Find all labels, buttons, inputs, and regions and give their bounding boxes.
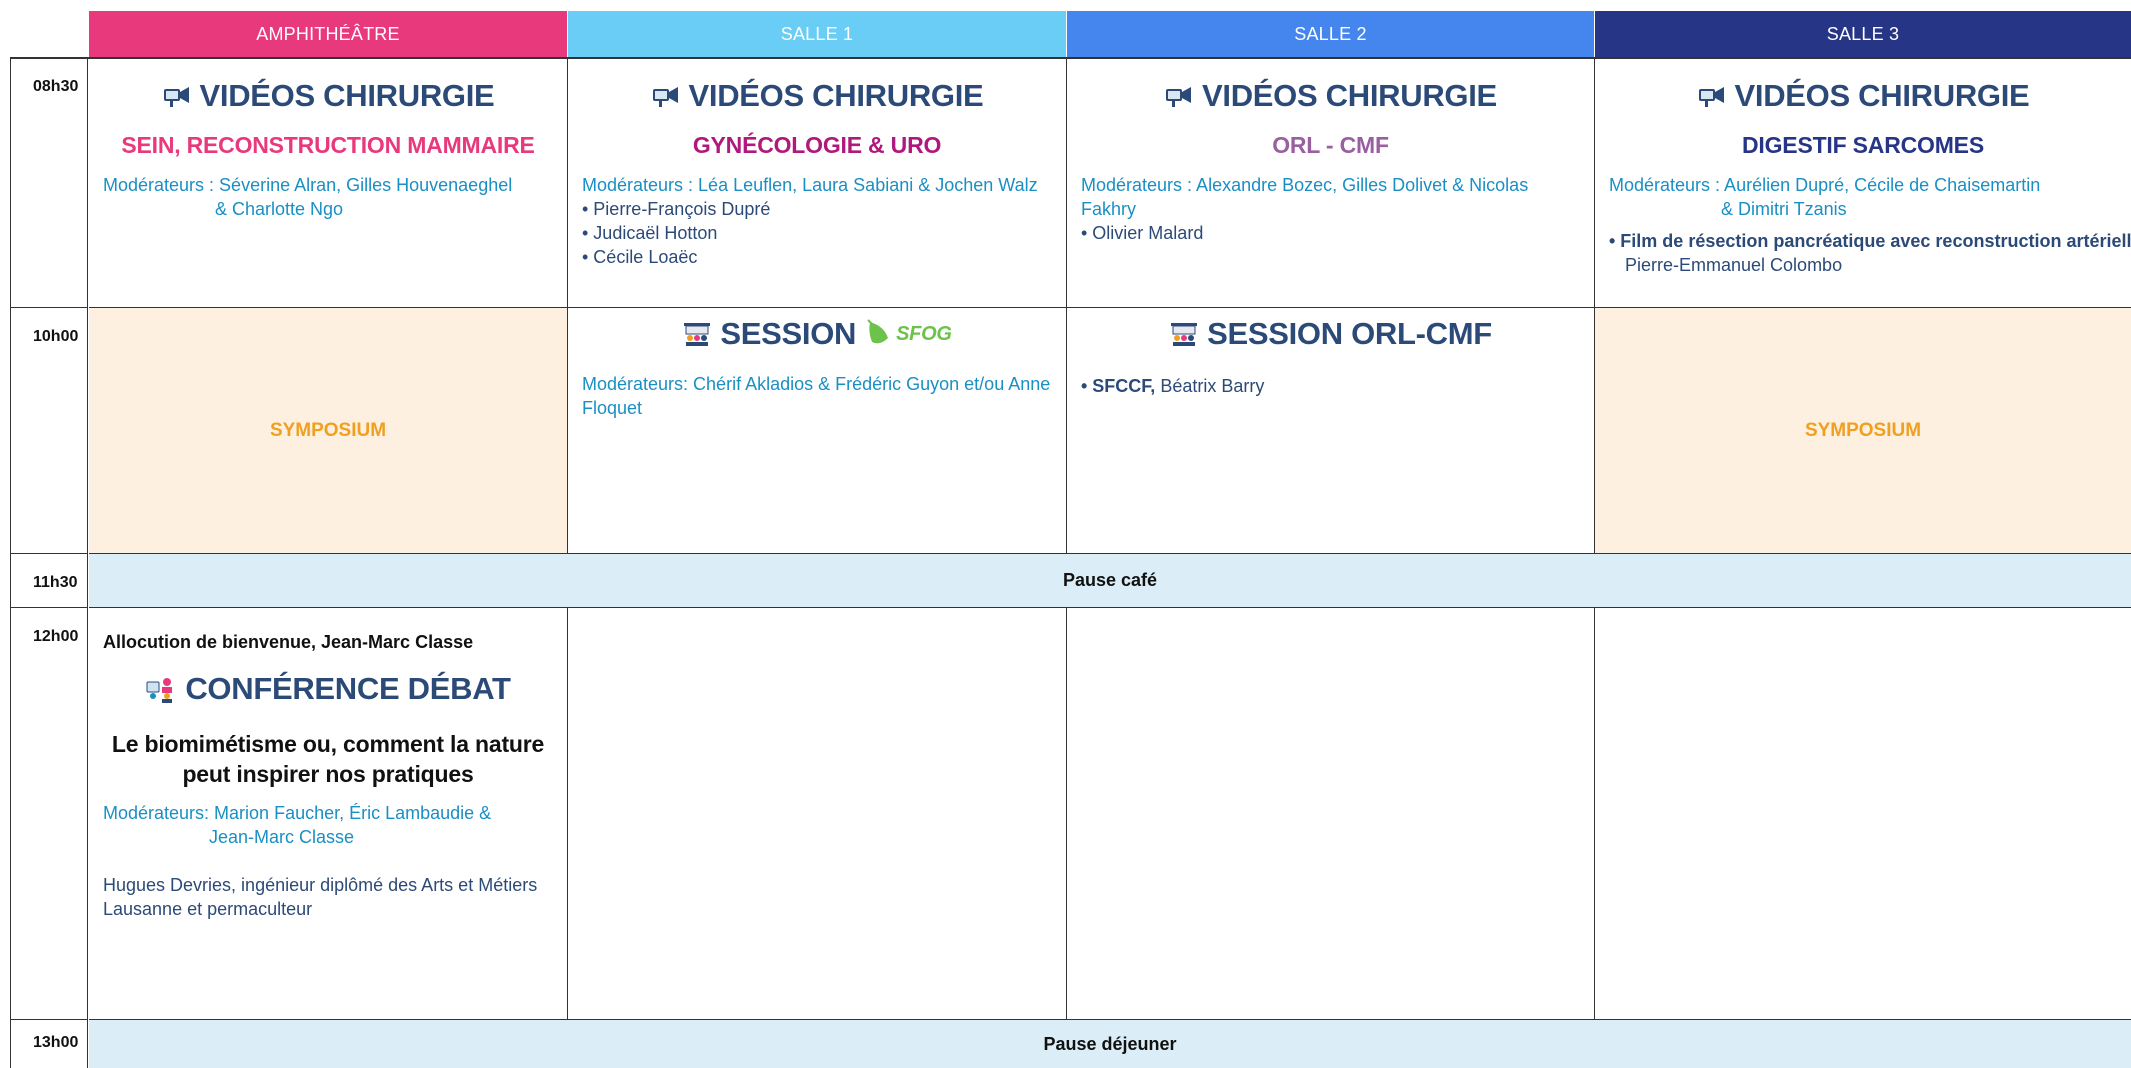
session-title-text: VIDÉOS CHIRURGIE (688, 78, 984, 113)
list-item: • Cécile Loaëc (582, 247, 698, 267)
moderators-line-2: & Dimitri Tzanis (1721, 199, 1847, 219)
session-subtitle: ORL - CMF (1272, 132, 1389, 158)
list-item: • Olivier Malard (1081, 223, 1204, 243)
symposium-label: SYMPOSIUM (1804, 419, 1922, 441)
cell-1200-amphitheatre: Allocution de bienvenue, Jean-Marc Class… (89, 608, 568, 1020)
speaker-list: • Pierre-François Dupré • Judicaël Hotto… (568, 197, 1066, 269)
conference-subtitle: Le biomimétisme ou, comment la nature pe… (89, 729, 567, 789)
list-item: • Judicaël Hotton (582, 223, 718, 243)
session-title: VIDÉOS CHIRURGIE (89, 78, 567, 114)
time-0830: 08h30 (10, 58, 88, 308)
session-title-text: VIDÉOS CHIRURGIE (199, 78, 495, 113)
sfog-leaf-icon (867, 319, 889, 344)
video-camera-icon (1166, 87, 1192, 107)
session-title-text: VIDÉOS CHIRURGIE (1202, 78, 1497, 113)
moderators: Modérateurs : Léa Leuflen, Laura Sabiani… (582, 175, 1038, 195)
cell-1000-amphitheatre: SYMPOSIUM (89, 308, 568, 554)
sfog-logo-text: SFOG (896, 322, 952, 345)
cell-0830-salle-1: VIDÉOS CHIRURGIE GYNÉCOLOGIE & URO Modér… (568, 58, 1067, 308)
cell-1000-salle-1: SESSION SFOG Modérateurs: Chérif Akladio… (568, 308, 1067, 554)
session-title-text: CONFÉRENCE DÉBAT (185, 671, 511, 706)
sfog-logo: SFOG (864, 318, 952, 350)
session-audience-icon (1171, 323, 1198, 346)
time-1200: 12h00 (10, 608, 88, 1020)
speaker-list: • Film de résection pancréatique avec re… (1595, 229, 2131, 277)
moderators: Modérateurs : Alexandre Bozec, Gilles Do… (1081, 175, 1529, 219)
header-salle-1: SALLE 1 (568, 11, 1066, 57)
cell-0830-salle-2: VIDÉOS CHIRURGIE ORL - CMF Modérateurs :… (1067, 58, 1595, 308)
program-grid: AMPHITHÉÂTRE SALLE 1 SALLE 2 SALLE 3 08h… (0, 0, 2131, 1068)
cell-0830-amphitheatre: VIDÉOS CHIRURGIE SEIN, RECONSTRUCTION MA… (89, 58, 568, 308)
moderators-line-1: Modérateurs : Séverine Alran, Gilles Hou… (103, 175, 513, 195)
moderators: Modérateurs : Aurélien Dupré, Cécile de … (1595, 173, 2131, 221)
session-title: VIDÉOS CHIRURGIE (568, 78, 1066, 114)
speaker-list: • SFCCF, Béatrix Barry (1067, 374, 1594, 398)
session-title: VIDÉOS CHIRURGIE (1595, 78, 2131, 114)
conference-subtitle-line-1: Le biomimétisme ou, comment la nature (111, 731, 545, 757)
session-title: SESSION ORL-CMF (1067, 316, 1594, 352)
header-salle-3: SALLE 3 (1595, 11, 2131, 57)
conference-debate-icon (146, 678, 173, 703)
time-1300: 13h00 (10, 1020, 88, 1068)
list-item: • Film de résection pancréatique avec re… (1609, 231, 2131, 251)
list-item: • Pierre-François Dupré (582, 199, 771, 219)
moderators: Modérateurs: Marion Faucher, Éric Lambau… (89, 801, 567, 849)
session-title-text: VIDÉOS CHIRURGIE (1734, 78, 2030, 113)
session-title-text: SESSION ORL-CMF (1207, 316, 1492, 351)
time-1130: 11h30 (10, 554, 88, 608)
moderators-line-1: Modérateurs: Marion Faucher, Éric Lambau… (103, 803, 492, 823)
moderators-line-2: Jean-Marc Classe (209, 827, 355, 847)
time-1000: 10h00 (10, 308, 88, 554)
cell-1200-salle-2 (1067, 608, 1595, 1020)
cell-1000-salle-2: SESSION ORL-CMF • SFCCF, Béatrix Barry (1067, 308, 1595, 554)
pause-cafe-banner: Pause café (89, 554, 2131, 608)
session-title: CONFÉRENCE DÉBAT (89, 671, 567, 707)
header-salle-2: SALLE 2 (1067, 11, 1594, 57)
speaker-list: • Olivier Malard (1067, 221, 1594, 245)
cell-0830-salle-3: VIDÉOS CHIRURGIE DIGESTIF SARCOMES Modér… (1595, 58, 2131, 308)
list-item-author: Béatrix Barry (1155, 376, 1265, 396)
session-title-text: SESSION (720, 316, 857, 351)
session-audience-icon (684, 323, 711, 346)
list-item-author: Pierre-Emmanuel Colombo (1625, 255, 1843, 275)
session-subtitle: GYNÉCOLOGIE & URO (692, 132, 942, 158)
video-camera-icon (163, 87, 189, 107)
session-subtitle: DIGESTIF SARCOMES (1742, 132, 1984, 158)
symposium-label: SYMPOSIUM (269, 419, 387, 441)
conference-subtitle-line-2: peut inspirer nos pratiques (182, 761, 474, 787)
cell-1200-salle-1 (568, 608, 1067, 1020)
welcome-text: Allocution de bienvenue, Jean-Marc Class… (103, 632, 474, 652)
list-item-bold: • SFCCF, (1081, 376, 1156, 396)
session-title: SESSION SFOG (568, 316, 1066, 352)
cell-1000-salle-3: SYMPOSIUM (1595, 308, 2131, 554)
moderators: Modérateurs : Séverine Alran, Gilles Hou… (89, 173, 567, 221)
pause-dejeuner-banner: Pause déjeuner (89, 1020, 2131, 1068)
header-amphitheatre: AMPHITHÉÂTRE (89, 11, 567, 57)
moderators-line-2: & Charlotte Ngo (215, 199, 344, 219)
moderators-line-1: Modérateurs : Aurélien Dupré, Cécile de … (1609, 175, 2041, 195)
video-camera-icon (652, 87, 678, 107)
video-camera-icon (1698, 87, 1724, 107)
moderators: Modérateurs: Chérif Akladios & Frédéric … (582, 374, 1051, 418)
session-subtitle: SEIN, RECONSTRUCTION MAMMAIRE (121, 132, 535, 158)
speaker-description: Hugues Devries, ingénieur diplômé des Ar… (103, 875, 538, 919)
session-title: VIDÉOS CHIRURGIE (1067, 78, 1594, 114)
cell-1200-salle-3 (1595, 608, 2131, 1020)
